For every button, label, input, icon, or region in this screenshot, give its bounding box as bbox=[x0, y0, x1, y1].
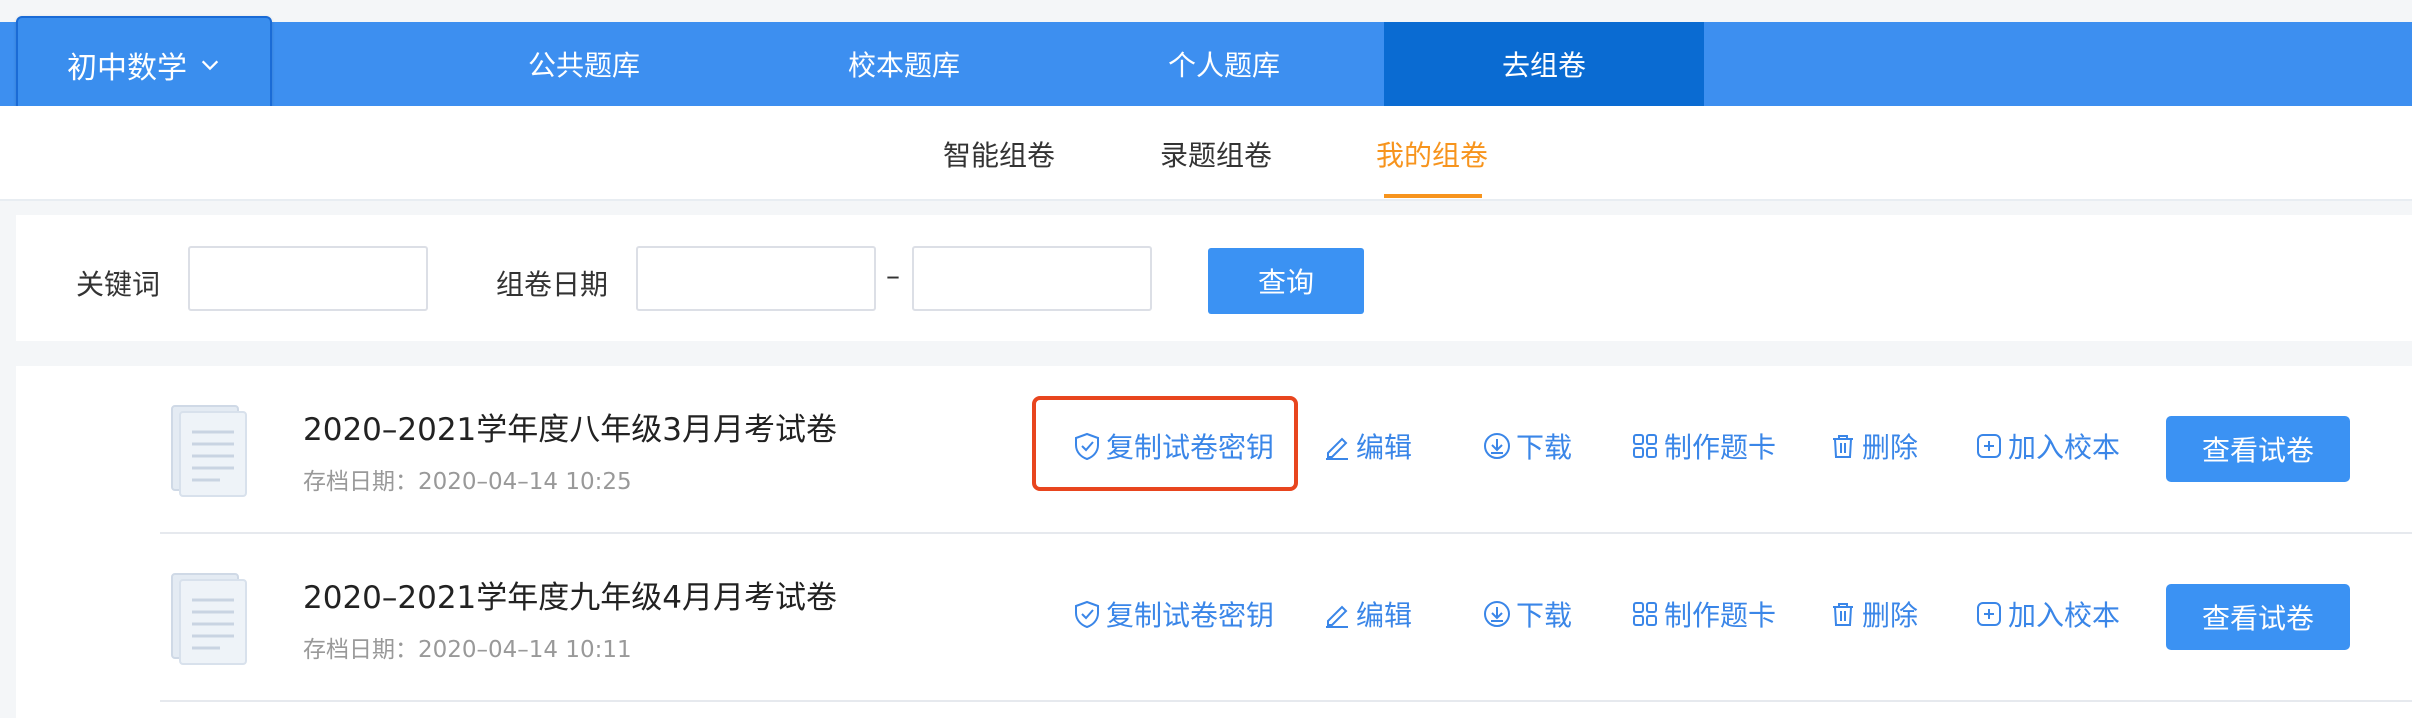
keyword-input[interactable] bbox=[188, 246, 428, 311]
view-paper-button[interactable]: 查看试卷 bbox=[2166, 584, 2350, 650]
subject-selector[interactable]: 初中数学 bbox=[16, 16, 272, 113]
date-label: 组卷日期 bbox=[496, 268, 609, 301]
answer-card-button[interactable]: 制作题卡 bbox=[1630, 426, 1776, 466]
download-label: 下载 bbox=[1516, 431, 1573, 464]
paper-list: 2020–2021学年度八年级3月月考试卷 存档日期：2020–04–14 10… bbox=[16, 366, 2412, 718]
grid-icon bbox=[1633, 602, 1657, 626]
delete-label: 删除 bbox=[1862, 431, 1919, 464]
edit-label: 编辑 bbox=[1356, 431, 1413, 464]
copy-key-button[interactable]: 复制试卷密钥 bbox=[1072, 426, 1274, 466]
filter-panel: 关键词 组卷日期 – 查询 bbox=[16, 215, 2412, 341]
edit-button[interactable]: 编辑 bbox=[1322, 426, 1412, 466]
chevron-down-icon bbox=[201, 60, 219, 70]
divider bbox=[160, 700, 2412, 702]
archive-date: 存档日期：2020–04–14 10:25 bbox=[303, 469, 632, 495]
paper-title[interactable]: 2020–2021学年度八年级3月月考试卷 bbox=[303, 404, 837, 449]
subtab-my-papers[interactable]: 我的组卷 bbox=[1376, 134, 1488, 174]
add-icon bbox=[1977, 434, 2001, 458]
answer-card-label: 制作题卡 bbox=[1664, 599, 1777, 632]
pencil-icon bbox=[1326, 437, 1348, 460]
download-icon bbox=[1484, 601, 1510, 627]
download-label: 下载 bbox=[1516, 599, 1573, 632]
pencil-icon bbox=[1326, 605, 1348, 628]
delete-button[interactable]: 删除 bbox=[1828, 594, 1918, 634]
list-item: 2020–2021学年度九年级4月月考试卷 存档日期：2020–04–14 10… bbox=[16, 534, 2412, 702]
copy-key-button[interactable]: 复制试卷密钥 bbox=[1072, 594, 1274, 634]
nav-tab-compose-paper[interactable]: 去组卷 bbox=[1384, 22, 1704, 106]
nav-tab-school-bank[interactable]: 校本题库 bbox=[744, 22, 1064, 106]
keyword-label: 关键词 bbox=[76, 268, 161, 301]
answer-card-button[interactable]: 制作题卡 bbox=[1630, 594, 1776, 634]
archive-date: 存档日期：2020–04–14 10:11 bbox=[303, 637, 632, 663]
document-icon bbox=[171, 405, 247, 497]
add-school-button[interactable]: 加入校本 bbox=[1974, 594, 2120, 634]
download-button[interactable]: 下载 bbox=[1482, 426, 1572, 466]
subtab-manual-compose[interactable]: 录题组卷 bbox=[1160, 134, 1272, 174]
document-icon bbox=[171, 573, 247, 665]
subject-label: 初中数学 bbox=[67, 50, 187, 86]
query-button[interactable]: 查询 bbox=[1208, 248, 1364, 314]
shield-check-icon bbox=[1075, 432, 1099, 461]
trash-icon bbox=[1833, 603, 1853, 626]
delete-button[interactable]: 删除 bbox=[1828, 426, 1918, 466]
paper-title[interactable]: 2020–2021学年度九年级4月月考试卷 bbox=[303, 572, 837, 617]
copy-key-label: 复制试卷密钥 bbox=[1106, 431, 1275, 464]
trash-icon bbox=[1833, 435, 1853, 458]
add-school-label: 加入校本 bbox=[2008, 431, 2121, 464]
add-icon bbox=[1977, 602, 2001, 626]
nav-tab-personal-bank[interactable]: 个人题库 bbox=[1064, 22, 1384, 106]
active-tab-indicator bbox=[1384, 194, 1482, 198]
edit-button[interactable]: 编辑 bbox=[1322, 594, 1412, 634]
copy-key-label: 复制试卷密钥 bbox=[1106, 599, 1275, 632]
view-paper-button[interactable]: 查看试卷 bbox=[2166, 416, 2350, 482]
date-to-input[interactable] bbox=[912, 246, 1152, 311]
delete-label: 删除 bbox=[1862, 599, 1919, 632]
list-item: 2020–2021学年度八年级3月月考试卷 存档日期：2020–04–14 10… bbox=[16, 366, 2412, 534]
date-separator: – bbox=[886, 259, 900, 292]
answer-card-label: 制作题卡 bbox=[1664, 431, 1777, 464]
date-from-input[interactable] bbox=[636, 246, 876, 311]
shield-check-icon bbox=[1075, 600, 1099, 629]
edit-label: 编辑 bbox=[1356, 599, 1413, 632]
nav-tab-public-bank[interactable]: 公共题库 bbox=[424, 22, 744, 106]
subtab-smart-compose[interactable]: 智能组卷 bbox=[943, 134, 1055, 174]
grid-icon bbox=[1633, 434, 1657, 458]
sub-navigation: 智能组卷 录题组卷 我的组卷 bbox=[0, 106, 2412, 201]
add-school-label: 加入校本 bbox=[2008, 599, 2121, 632]
add-school-button[interactable]: 加入校本 bbox=[1974, 426, 2120, 466]
download-button[interactable]: 下载 bbox=[1482, 594, 1572, 634]
download-icon bbox=[1484, 433, 1510, 459]
